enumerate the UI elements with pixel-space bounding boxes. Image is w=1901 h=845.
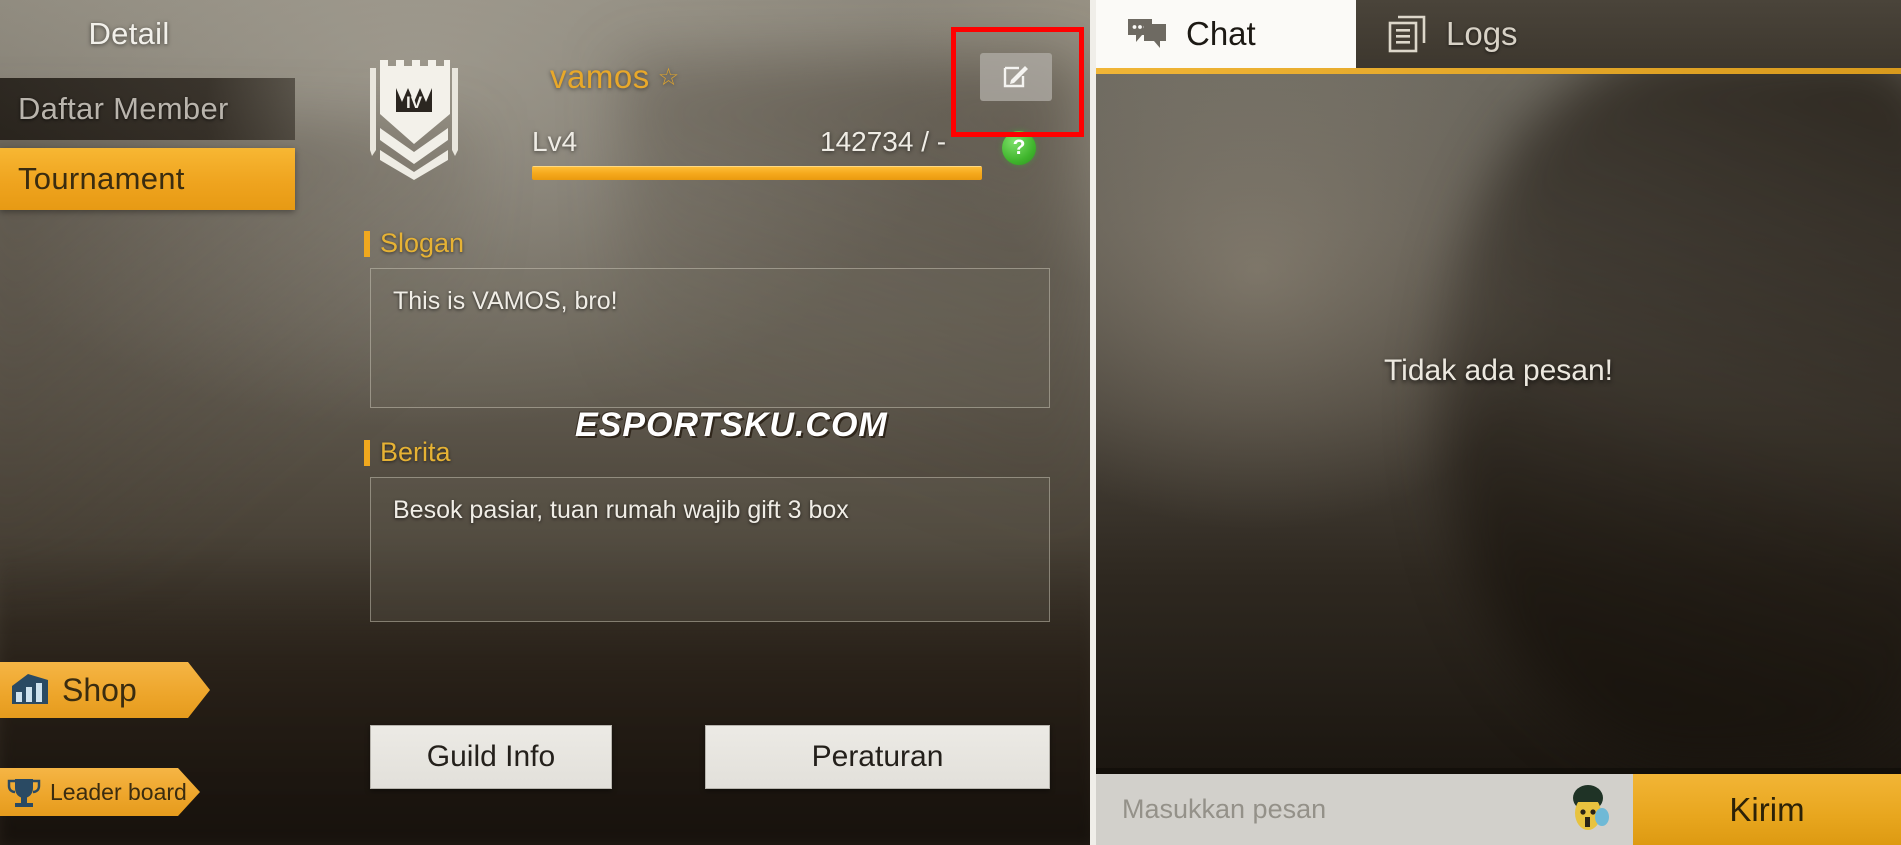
guild-star-icon: ☆ <box>657 63 680 91</box>
shop-icon <box>6 670 54 710</box>
guild-name-label: vamos <box>550 58 650 95</box>
chat-input-wrapper[interactable] <box>1096 774 1633 845</box>
chat-tab-bar: Chat Logs <box>1096 0 1901 68</box>
svg-text:IV: IV <box>406 93 423 112</box>
chat-background-silhouette <box>1441 74 1901 764</box>
page-title: Detail <box>0 8 258 60</box>
slogan-value: This is VAMOS, bro! <box>393 287 618 315</box>
guild-detail-screen: Detail Daftar Member Tournament Shop Lea… <box>0 0 1901 845</box>
chat-empty-message: Tidak ada pesan! <box>1383 354 1614 387</box>
leader-board-label: Leader board <box>50 778 187 805</box>
chat-panel: Chat Logs Tidak ada pesan! Masukkan pesa… <box>1096 0 1901 845</box>
page-title-label: Detail <box>88 16 170 51</box>
peraturan-button[interactable]: Peraturan <box>705 725 1050 789</box>
guild-info-label: Guild Info <box>426 740 556 773</box>
guild-exp-value: 142734 / - <box>820 126 947 157</box>
tab-chat-label: Chat <box>1186 15 1256 52</box>
berita-field[interactable]: Besok pasiar, tuan rumah wajib gift 3 bo… <box>370 477 1050 622</box>
chat-message-area: Tidak ada pesan! <box>1096 74 1901 774</box>
tab-chat[interactable]: Chat <box>1096 0 1356 68</box>
edit-guild-button[interactable] <box>980 53 1052 101</box>
guild-exp-bar <box>532 166 982 180</box>
slogan-label: Slogan <box>364 228 464 259</box>
emoji-avatar-icon[interactable] <box>1561 782 1615 836</box>
document-copy-icon <box>1386 15 1428 53</box>
guild-exp-fill <box>532 166 982 180</box>
sidebar-item-tournament[interactable]: Tournament <box>0 148 295 210</box>
tab-logs[interactable]: Logs <box>1356 0 1626 68</box>
shop-label: Shop <box>62 671 137 708</box>
guild-name: vamos ☆ <box>550 58 680 96</box>
peraturan-label: Peraturan <box>811 740 944 773</box>
guild-emblem-shield-icon: IV <box>358 52 470 180</box>
send-message-button[interactable]: Kirim <box>1633 774 1901 845</box>
watermark: ESPORTSKU.COM <box>575 406 888 444</box>
slogan-label-text: Slogan <box>380 228 465 258</box>
send-button-label: Kirim <box>1729 790 1805 828</box>
left-nav-rail: Detail Daftar Member Tournament <box>0 0 300 845</box>
berita-value: Besok pasiar, tuan rumah wajib gift 3 bo… <box>393 496 849 524</box>
slogan-field[interactable]: This is VAMOS, bro! <box>370 268 1050 408</box>
sidebar-item-daftar-member[interactable]: Daftar Member <box>0 78 295 140</box>
shop-button[interactable]: Shop <box>0 662 210 718</box>
chat-input-bar: Kirim <box>1096 774 1901 845</box>
speech-bubble-icon <box>1126 15 1168 53</box>
sidebar-item-label: Tournament <box>18 161 185 196</box>
trophy-icon <box>4 775 44 809</box>
guild-detail-panel: Detail Daftar Member Tournament Shop Lea… <box>0 0 1094 845</box>
sidebar-item-label: Daftar Member <box>18 91 229 126</box>
help-question-icon[interactable]: ? <box>1002 131 1036 165</box>
berita-label-text: Berita <box>380 437 451 467</box>
edit-pencil-icon <box>1001 60 1031 95</box>
chat-message-input[interactable] <box>1122 794 1552 825</box>
guild-info-button[interactable]: Guild Info <box>370 725 612 789</box>
guild-level: Lv4 <box>532 126 578 157</box>
tab-logs-label: Logs <box>1446 15 1518 52</box>
leader-board-button[interactable]: Leader board <box>0 768 200 816</box>
berita-label: Berita <box>364 437 451 468</box>
